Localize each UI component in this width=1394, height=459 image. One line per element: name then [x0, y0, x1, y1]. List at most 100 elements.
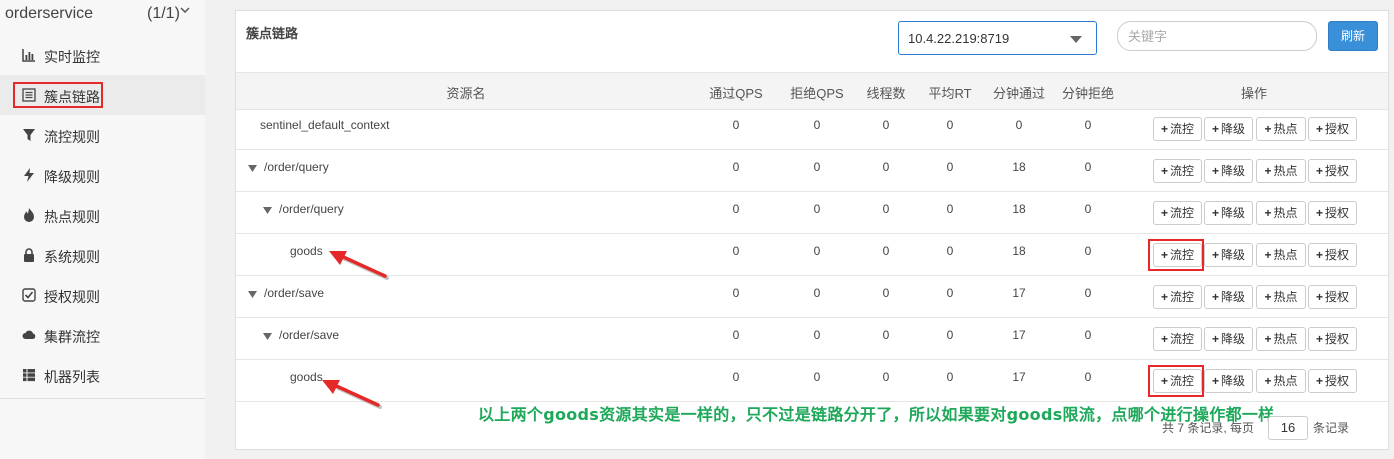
- hotspot-button[interactable]: + 热点: [1256, 117, 1306, 141]
- cell-avg-rt: 0: [946, 202, 954, 216]
- cell-pass-qps: 0: [732, 244, 740, 258]
- cell-minute-block: 0: [1084, 244, 1092, 258]
- bar-chart-icon: [22, 49, 35, 62]
- plus-icon: +: [1211, 374, 1219, 388]
- column-header-minute-block: 分钟拒绝: [1061, 86, 1115, 101]
- cell-avg-rt: 0: [946, 160, 954, 174]
- sidebar-item-cluster-link[interactable]: 簇点链路: [0, 75, 205, 115]
- plus-icon: +: [1315, 164, 1323, 178]
- sidebar-item-system-rules[interactable]: 系统规则: [0, 235, 205, 275]
- sidebar-item-realtime-monitor[interactable]: 实时监控: [0, 35, 205, 75]
- column-header-pass-qps: 通过QPS: [709, 86, 763, 101]
- degrade-button[interactable]: + 降级: [1204, 159, 1253, 183]
- degrade-button[interactable]: + 降级: [1204, 201, 1253, 225]
- flow-control-button[interactable]: + 流控: [1153, 243, 1202, 267]
- cell-block-qps: 0: [813, 202, 821, 216]
- degrade-button[interactable]: + 降级: [1204, 285, 1253, 309]
- plus-icon: +: [1264, 248, 1272, 262]
- sidebar-item-hotspot-rules[interactable]: 热点规则: [0, 195, 205, 235]
- auth-button[interactable]: + 授权: [1308, 159, 1357, 183]
- chevron-down-icon[interactable]: [180, 4, 190, 16]
- action-label: 降级: [1221, 332, 1246, 346]
- plus-icon: +: [1315, 206, 1323, 220]
- cell-threads: 0: [882, 118, 890, 132]
- auth-button[interactable]: + 授权: [1308, 327, 1357, 351]
- app-name[interactable]: orderservice: [5, 5, 93, 23]
- plus-icon: +: [1160, 122, 1168, 136]
- action-label: 降级: [1221, 206, 1246, 220]
- degrade-button[interactable]: + 降级: [1204, 243, 1253, 267]
- sidebar-item-cluster-flow[interactable]: 集群流控: [0, 315, 205, 355]
- action-label: 热点: [1273, 122, 1298, 136]
- plus-icon: +: [1160, 332, 1168, 346]
- cell-block-qps: 0: [813, 160, 821, 174]
- cluster-link-panel: 簇点链路 10.4.22.219:8719 刷新 资源名 通过QPS 拒绝QPS…: [235, 10, 1389, 450]
- table-row: /order/query 0 0 0 0 18 0 + 流控 + 降级 + 热点 + 授权: [236, 192, 1388, 234]
- sidebar-item-flow-rules[interactable]: 流控规则: [0, 115, 205, 155]
- degrade-button[interactable]: + 降级: [1204, 327, 1253, 351]
- cell-avg-rt: 0: [946, 370, 954, 384]
- hotspot-button[interactable]: + 热点: [1256, 285, 1306, 309]
- hotspot-button[interactable]: + 热点: [1256, 201, 1306, 225]
- auth-button[interactable]: + 授权: [1308, 285, 1357, 309]
- flow-control-button[interactable]: + 流控: [1153, 369, 1202, 393]
- tree-collapse-icon[interactable]: [248, 291, 257, 298]
- sidebar-item-machine-list[interactable]: 机器列表: [0, 355, 205, 395]
- machine-select[interactable]: 10.4.22.219:8719: [898, 21, 1097, 55]
- cell-threads: 0: [882, 286, 890, 300]
- action-label: 热点: [1273, 374, 1298, 388]
- flow-control-button[interactable]: + 流控: [1153, 285, 1202, 309]
- lock-icon: [24, 248, 34, 262]
- auth-button[interactable]: + 授权: [1308, 117, 1357, 141]
- plus-icon: +: [1160, 164, 1168, 178]
- cell-threads: 0: [882, 160, 890, 174]
- tree-collapse-icon[interactable]: [248, 165, 257, 172]
- flow-control-button[interactable]: + 流控: [1153, 201, 1202, 225]
- resource-name: /order/save: [279, 328, 340, 342]
- cell-minute-pass: 17: [1012, 370, 1026, 384]
- cell-minute-pass: 18: [1012, 202, 1026, 216]
- action-label: 热点: [1273, 164, 1298, 178]
- plus-icon: +: [1264, 374, 1272, 388]
- check-square-icon: [22, 288, 36, 302]
- action-label: 流控: [1170, 332, 1195, 346]
- sidebar-item-label: 系统规则: [44, 249, 100, 265]
- plus-icon: +: [1211, 164, 1219, 178]
- sidebar-item-label: 流控规则: [44, 129, 100, 145]
- tree-collapse-icon[interactable]: [263, 333, 272, 340]
- action-label: 热点: [1273, 248, 1298, 262]
- sidebar-item-degrade-rules[interactable]: 降级规则: [0, 155, 205, 195]
- plus-icon: +: [1211, 332, 1219, 346]
- table-row: goods 0 0 0 0 17 0 + 流控 + 降级 + 热点 + 授权: [236, 360, 1388, 402]
- auth-button[interactable]: + 授权: [1308, 243, 1357, 267]
- plus-icon: +: [1264, 122, 1272, 136]
- action-label: 流控: [1170, 206, 1195, 220]
- cell-minute-pass: 0: [1015, 118, 1023, 132]
- table-row: /order/save 0 0 0 0 17 0 + 流控 + 降级 + 热点 + 授权: [236, 318, 1388, 360]
- app-instance-count: (1/1): [147, 5, 180, 22]
- hotspot-button[interactable]: + 热点: [1256, 327, 1306, 351]
- action-label: 授权: [1325, 122, 1350, 136]
- flow-control-button[interactable]: + 流控: [1153, 117, 1202, 141]
- annotation-arrow: [329, 251, 389, 280]
- hotspot-button[interactable]: + 热点: [1256, 243, 1306, 267]
- hotspot-button[interactable]: + 热点: [1256, 369, 1306, 393]
- app-header[interactable]: orderservice (1/1): [0, 0, 205, 28]
- plus-icon: +: [1211, 290, 1219, 304]
- flow-control-button[interactable]: + 流控: [1153, 327, 1202, 351]
- auth-button[interactable]: + 授权: [1308, 201, 1357, 225]
- flow-control-button[interactable]: + 流控: [1153, 159, 1202, 183]
- tree-collapse-icon[interactable]: [263, 207, 272, 214]
- table-row: goods 0 0 0 0 18 0 + 流控 + 降级 + 热点 + 授权: [236, 234, 1388, 276]
- refresh-button[interactable]: 刷新: [1328, 21, 1378, 51]
- degrade-button[interactable]: + 降级: [1204, 117, 1253, 141]
- action-label: 降级: [1221, 374, 1246, 388]
- cell-pass-qps: 0: [732, 328, 740, 342]
- page-size-input[interactable]: 16: [1268, 416, 1308, 440]
- search-input[interactable]: [1117, 21, 1317, 51]
- auth-button[interactable]: + 授权: [1308, 369, 1357, 393]
- cell-threads: 0: [882, 202, 890, 216]
- hotspot-button[interactable]: + 热点: [1256, 159, 1306, 183]
- degrade-button[interactable]: + 降级: [1204, 369, 1253, 393]
- sidebar-item-auth-rules[interactable]: 授权规则: [0, 275, 205, 315]
